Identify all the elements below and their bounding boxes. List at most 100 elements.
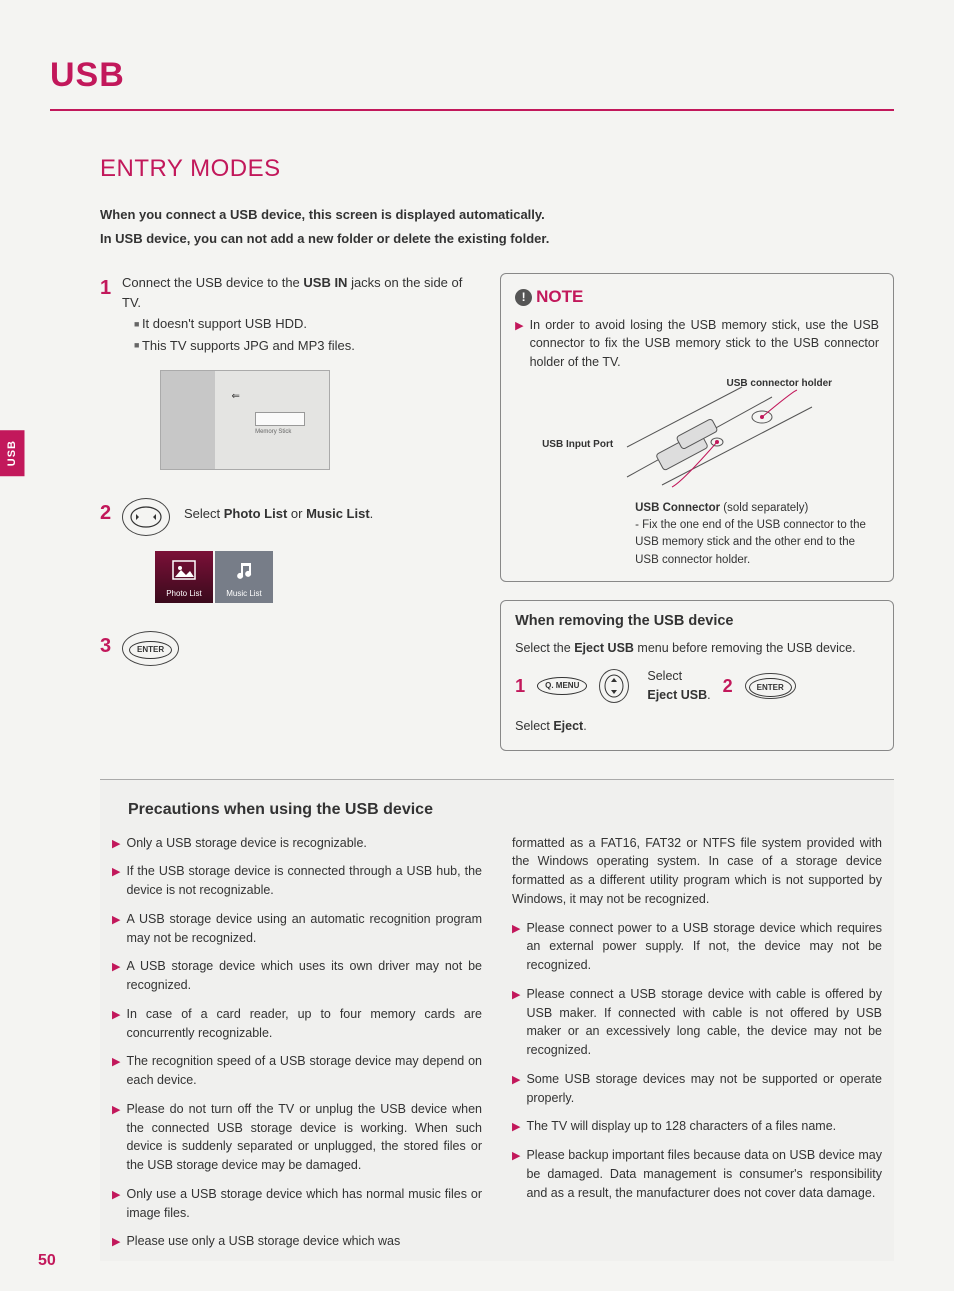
step2-text-d: Music List xyxy=(306,506,370,521)
triangle-bullet-icon: ▶ xyxy=(512,987,520,1060)
step-1: 1 Connect the USB device to the USB IN j… xyxy=(100,273,475,355)
section-title: ENTRY MODES xyxy=(100,151,894,187)
step1-text-b: USB IN xyxy=(303,275,347,290)
memory-slot xyxy=(255,412,305,426)
intro-line1: When you connect a USB device, this scre… xyxy=(100,205,894,225)
triangle-bullet-icon: ▶ xyxy=(112,959,120,995)
r1-select-c: . xyxy=(707,688,710,702)
note-box: !NOTE ▶ In order to avoid losing the USB… xyxy=(500,273,894,582)
r2-select-c: . xyxy=(583,719,586,733)
remove-desc-b: Eject USB xyxy=(574,641,634,655)
photo-list-tile: Photo List xyxy=(155,551,213,603)
note-title: !NOTE xyxy=(515,284,879,310)
caption-title: USB Connector xyxy=(635,502,720,514)
triangle-bullet-icon: ▶ xyxy=(112,1187,120,1223)
remove-usb-box: When removing the USB device Select the … xyxy=(500,600,894,751)
step1-sub1: It doesn't support USB HDD. xyxy=(134,314,475,334)
connector-caption: USB Connector (sold separately) - Fix th… xyxy=(635,500,879,569)
usb-icon: ⇐ xyxy=(232,389,240,404)
triangle-bullet-icon: ▶ xyxy=(112,836,120,853)
caption-paren: (sold separately) xyxy=(720,502,808,514)
note-body-text: In order to avoid losing the USB memory … xyxy=(530,316,879,372)
music-list-tile: Music List xyxy=(215,551,273,603)
enter-button-icon: ENTER xyxy=(745,673,796,700)
prec-item: A USB storage device which uses its own … xyxy=(126,957,482,995)
r2-select-b: Eject xyxy=(553,719,583,733)
r1-select-a: Select xyxy=(647,669,682,683)
intro-block: When you connect a USB device, this scre… xyxy=(100,205,894,248)
triangle-bullet-icon: ▶ xyxy=(515,318,523,372)
menu-tiles: Photo List Music List xyxy=(155,551,475,603)
updown-button-icon xyxy=(599,669,629,703)
enter-label2: ENTER xyxy=(749,678,792,697)
page-number: 50 xyxy=(38,1249,56,1273)
prec-item: Please use only a USB storage device whi… xyxy=(126,1232,400,1251)
connector-diagram: USB connector holder USB Input Port xyxy=(562,382,832,492)
enter-label: ENTER xyxy=(129,641,172,659)
triangle-bullet-icon: ▶ xyxy=(112,1102,120,1175)
qmenu-button-icon: Q. MENU xyxy=(537,677,587,695)
memory-stick-label: Memory Stick xyxy=(255,428,291,437)
r1-select-b: Eject USB xyxy=(647,688,707,702)
alert-icon: ! xyxy=(515,289,532,306)
step2-text-c: or xyxy=(287,506,306,521)
prec-item: A USB storage device using an automatic … xyxy=(126,910,482,948)
nav-button-icon xyxy=(122,498,170,536)
triangle-bullet-icon: ▶ xyxy=(512,1072,520,1108)
prec-item: Only a USB storage device is recognizabl… xyxy=(126,834,366,853)
triangle-bullet-icon: ▶ xyxy=(112,1234,120,1251)
prec-item: Please connect a USB storage device with… xyxy=(526,985,882,1060)
caption-body: - Fix the one end of the USB connector t… xyxy=(635,517,879,569)
triangle-bullet-icon: ▶ xyxy=(112,1007,120,1043)
prec-item: Only use a USB storage device which has … xyxy=(126,1185,482,1223)
remove-step1-num: 1 xyxy=(515,673,525,700)
photo-icon xyxy=(171,559,197,581)
photo-tile-label: Photo List xyxy=(166,588,202,600)
label-usb-port: USB Input Port xyxy=(542,437,613,452)
left-column: 1 Connect the USB device to the USB IN j… xyxy=(100,273,475,751)
prec-item: Please do not turn off the TV or unplug … xyxy=(126,1100,482,1175)
tv-side-illustration: ⇐ Memory Stick xyxy=(160,370,330,470)
step-number: 1 xyxy=(100,273,114,303)
step-number: 2 xyxy=(100,498,114,528)
step-3: 3 ENTER xyxy=(100,631,475,666)
step-2: 2 Select Photo List or Music List. xyxy=(100,498,475,536)
remove-desc-c: menu before removing the USB device. xyxy=(634,641,856,655)
prec-item: Please connect power to a USB storage de… xyxy=(526,919,882,975)
step2-text-b: Photo List xyxy=(224,506,288,521)
remove-step2-num: 2 xyxy=(723,673,733,700)
precautions-left: ▶ Only a USB storage device is recognizab… xyxy=(112,834,482,1262)
side-tab: USB xyxy=(0,430,25,476)
step2-text-a: Select xyxy=(184,506,224,521)
step2-text-e: . xyxy=(370,506,374,521)
precautions-box: Precautions when using the USB device ▶O… xyxy=(100,779,894,1262)
enter-button-icon: ENTER xyxy=(122,631,179,666)
prec-item: Please backup important files because da… xyxy=(526,1146,882,1202)
step1-sub2: This TV supports JPG and MP3 files. xyxy=(134,336,475,356)
music-icon xyxy=(231,559,257,581)
music-tile-label: Music List xyxy=(226,588,262,600)
remove-title: When removing the USB device xyxy=(515,611,879,633)
triangle-bullet-icon: ▶ xyxy=(512,921,520,975)
prec-item: In case of a card reader, up to four mem… xyxy=(126,1005,482,1043)
precautions-title: Precautions when using the USB device xyxy=(128,798,882,822)
prec-item: The TV will display up to 128 characters… xyxy=(526,1117,836,1136)
prec-item: The recognition speed of a USB storage d… xyxy=(126,1052,482,1090)
r2-select-a: Select xyxy=(515,719,553,733)
step-number: 3 xyxy=(100,631,114,661)
right-column: !NOTE ▶ In order to avoid losing the USB… xyxy=(500,273,894,751)
triangle-bullet-icon: ▶ xyxy=(112,912,120,948)
prec-item: If the USB storage device is connected t… xyxy=(126,862,482,900)
step1-text-a: Connect the USB device to the xyxy=(122,275,303,290)
triangle-bullet-icon: ▶ xyxy=(512,1119,520,1136)
note-title-text: NOTE xyxy=(536,287,583,306)
remove-desc-a: Select the xyxy=(515,641,574,655)
precautions-right: formatted as a FAT16, FAT32 or NTFS file… xyxy=(512,834,882,1262)
page-title: USB xyxy=(50,50,894,111)
triangle-bullet-icon: ▶ xyxy=(512,1148,520,1202)
prec-item-cont: formatted as a FAT16, FAT32 or NTFS file… xyxy=(512,834,882,909)
intro-line2: In USB device, you can not add a new fol… xyxy=(100,229,894,249)
triangle-bullet-icon: ▶ xyxy=(112,1054,120,1090)
triangle-bullet-icon: ▶ xyxy=(112,864,120,900)
prec-item: Some USB storage devices may not be supp… xyxy=(526,1070,882,1108)
